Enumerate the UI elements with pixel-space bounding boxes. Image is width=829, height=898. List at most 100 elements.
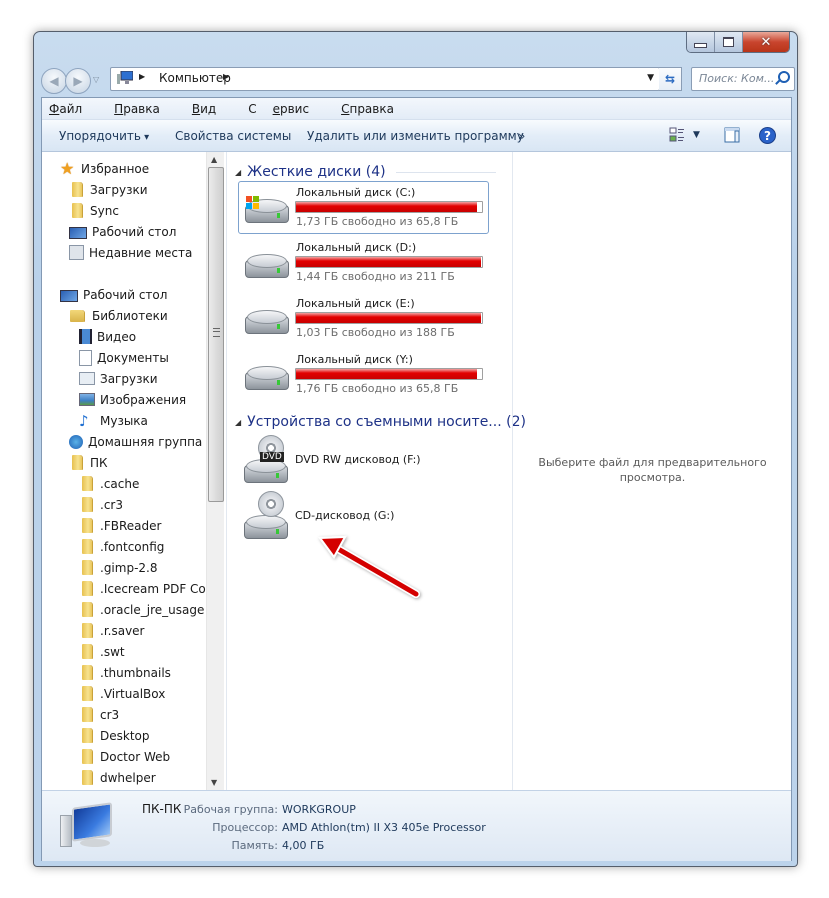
minimize-button[interactable] bbox=[687, 32, 715, 52]
maximize-button[interactable] bbox=[715, 32, 743, 52]
cd-drive-item[interactable]: CD-дисковод (G:) bbox=[238, 491, 487, 541]
nav-library-documents[interactable]: Документы bbox=[79, 347, 169, 368]
nav-pc-folder[interactable]: .Icecream PDF Con bbox=[79, 578, 213, 599]
menu-edit[interactable]: Правка bbox=[114, 102, 176, 116]
nav-homegroup[interactable]: Домашняя группа bbox=[69, 431, 202, 452]
folder-icon bbox=[82, 770, 92, 785]
memory-label: Память: bbox=[231, 839, 278, 852]
folder-icon bbox=[82, 644, 92, 659]
nav-favorites-downloads[interactable]: Загрузки bbox=[69, 179, 148, 200]
preview-pane: Выберите файл для предварительного просм… bbox=[512, 152, 792, 790]
refresh-button[interactable]: ⇆ bbox=[659, 67, 682, 91]
explorer-window: ✕ ◀ ▶ ▽ ▶ Компьютер ▶ ▼ ⇆ Поиск: Ком... … bbox=[33, 31, 798, 867]
nav-library-music[interactable]: ♪ Музыка bbox=[79, 410, 148, 431]
nav-desktop[interactable]: Рабочий стол bbox=[60, 284, 167, 305]
folder-icon bbox=[82, 539, 92, 554]
address-bar[interactable]: ▶ Компьютер ▶ ▼ bbox=[110, 67, 660, 91]
navigation-pane: ★ Избранное Загрузки Sync Рабочий стол Не… bbox=[42, 152, 226, 790]
drive-item[interactable]: Локальный диск (D:) 1,44 ГБ свободно из 2… bbox=[239, 237, 488, 288]
nav-favorites-desktop[interactable]: Рабочий стол bbox=[69, 221, 176, 242]
menu-file[interactable]: Файл bbox=[49, 102, 98, 116]
menu-help[interactable]: Справка bbox=[341, 102, 410, 116]
change-view-icon[interactable] bbox=[669, 127, 685, 143]
nav-pc-folder[interactable]: .r.saver bbox=[79, 620, 144, 641]
music-note-icon: ♪ bbox=[79, 411, 89, 430]
nav-pc-folder[interactable]: .fontconfig bbox=[79, 536, 164, 557]
nav-pc-folder[interactable]: .FBReader bbox=[79, 515, 161, 536]
group-header-removable[interactable]: ◢ Устройства со съемными носите... (2) bbox=[235, 414, 526, 430]
cd-drive-icon bbox=[244, 515, 288, 541]
svg-text:?: ? bbox=[764, 129, 771, 143]
preview-pane-icon[interactable] bbox=[724, 127, 740, 143]
forward-button[interactable]: ▶ bbox=[65, 68, 91, 94]
breadcrumb-separator-icon[interactable]: ▶ bbox=[139, 72, 145, 81]
drive-free-space: 1,76 ГБ свободно из 65,8 ГБ bbox=[296, 382, 459, 395]
nav-pc[interactable]: ПК bbox=[69, 452, 108, 473]
drive-usage-fill bbox=[296, 369, 477, 379]
nav-library-pictures[interactable]: Изображения bbox=[79, 389, 186, 410]
nav-libraries[interactable]: Библиотеки bbox=[69, 305, 168, 326]
user-folder-icon bbox=[72, 455, 82, 470]
navigation-scrollbar[interactable]: ▲ ▼ bbox=[206, 152, 224, 790]
video-icon bbox=[79, 329, 92, 344]
nav-pc-folder[interactable]: .cache bbox=[79, 473, 139, 494]
breadcrumb-computer[interactable]: Компьютер bbox=[159, 71, 231, 85]
address-history-dropdown-icon[interactable]: ▼ bbox=[647, 73, 654, 83]
recent-pages-dropdown[interactable]: ▽ bbox=[93, 75, 99, 84]
nav-library-downloads[interactable]: Загрузки bbox=[79, 368, 158, 389]
workgroup-value: WORKGROUP bbox=[282, 803, 356, 816]
nav-pc-folder[interactable]: .VirtualBox bbox=[79, 683, 165, 704]
caption-buttons: ✕ bbox=[686, 32, 790, 53]
nav-favorites[interactable]: ★ Избранное bbox=[60, 158, 149, 179]
folder-icon bbox=[82, 749, 92, 764]
nav-pc-folder[interactable]: .oracle_jre_usage bbox=[79, 599, 204, 620]
help-icon[interactable]: ? bbox=[759, 127, 776, 144]
device-name: CD-дисковод (G:) bbox=[295, 509, 395, 522]
menu-tools[interactable]: Сервис bbox=[248, 102, 325, 116]
nav-pc-folder[interactable]: .cr3 bbox=[79, 494, 123, 515]
close-button[interactable]: ✕ bbox=[743, 32, 789, 52]
drive-usage-bar bbox=[295, 201, 483, 213]
system-properties-button[interactable]: Свойства системы bbox=[175, 129, 291, 143]
uninstall-program-button[interactable]: Удалить или изменить программу bbox=[307, 129, 524, 143]
back-button[interactable]: ◀ bbox=[41, 68, 67, 94]
minimize-icon bbox=[694, 42, 707, 48]
collapse-triangle-icon[interactable]: ◢ bbox=[235, 168, 241, 177]
view-options-dropdown-icon[interactable]: ▼ bbox=[693, 130, 700, 140]
drive-item[interactable]: Локальный диск (C:) 1,73 ГБ свободно из 6… bbox=[238, 181, 489, 234]
nav-pc-folder[interactable]: Desktop bbox=[79, 725, 150, 746]
forward-arrow-icon: ▶ bbox=[73, 74, 83, 88]
nav-pc-folder[interactable]: .thumbnails bbox=[79, 662, 171, 683]
nav-pc-folder[interactable]: .swt bbox=[79, 641, 125, 662]
nav-pc-folder[interactable]: cr3 bbox=[79, 704, 119, 725]
scroll-down-icon[interactable]: ▼ bbox=[211, 778, 217, 787]
folder-icon bbox=[82, 497, 92, 512]
scroll-up-icon[interactable]: ▲ bbox=[211, 155, 217, 164]
collapse-triangle-icon[interactable]: ◢ bbox=[235, 418, 241, 427]
explorer-body: Файл Правка Вид Сервис Справка Упорядочи… bbox=[41, 97, 792, 861]
nav-favorites-sync[interactable]: Sync bbox=[69, 200, 119, 221]
nav-favorites-recent[interactable]: Недавние места bbox=[69, 242, 192, 263]
nav-pc-folder[interactable]: Doctor Web bbox=[79, 746, 170, 767]
folder-icon bbox=[82, 623, 92, 638]
nav-library-video[interactable]: Видео bbox=[79, 326, 136, 347]
menu-bar: Файл Правка Вид Сервис Справка bbox=[42, 98, 791, 120]
hard-drive-icon bbox=[245, 254, 289, 280]
drive-item[interactable]: Локальный диск (Y:) 1,76 ГБ свободно из 6… bbox=[239, 349, 488, 400]
memory-value: 4,00 ГБ bbox=[282, 839, 325, 852]
drive-usage-fill bbox=[296, 313, 482, 323]
nav-pc-folder[interactable]: .gimp-2.8 bbox=[79, 557, 158, 578]
menu-view[interactable]: Вид bbox=[192, 102, 232, 116]
dvd-drive-icon bbox=[244, 459, 288, 485]
nav-pc-folder[interactable]: dwhelper bbox=[79, 767, 156, 788]
system-hard-drive-icon bbox=[245, 196, 289, 225]
group-header-hard-disks[interactable]: ◢ Жесткие диски (4) bbox=[235, 164, 496, 180]
dvd-drive-item[interactable]: DVD DVD RW дисковод (F:) bbox=[238, 435, 487, 485]
breadcrumb-separator-icon[interactable]: ▶ bbox=[223, 72, 229, 81]
organize-button[interactable]: Упорядочить bbox=[59, 129, 149, 143]
drive-usage-bar bbox=[295, 312, 483, 324]
scrollbar-thumb[interactable] bbox=[208, 167, 224, 502]
search-input[interactable]: Поиск: Ком... bbox=[691, 67, 795, 91]
drive-item[interactable]: Локальный диск (E:) 1,03 ГБ свободно из 1… bbox=[239, 293, 488, 344]
more-commands-button[interactable]: » bbox=[518, 129, 525, 143]
